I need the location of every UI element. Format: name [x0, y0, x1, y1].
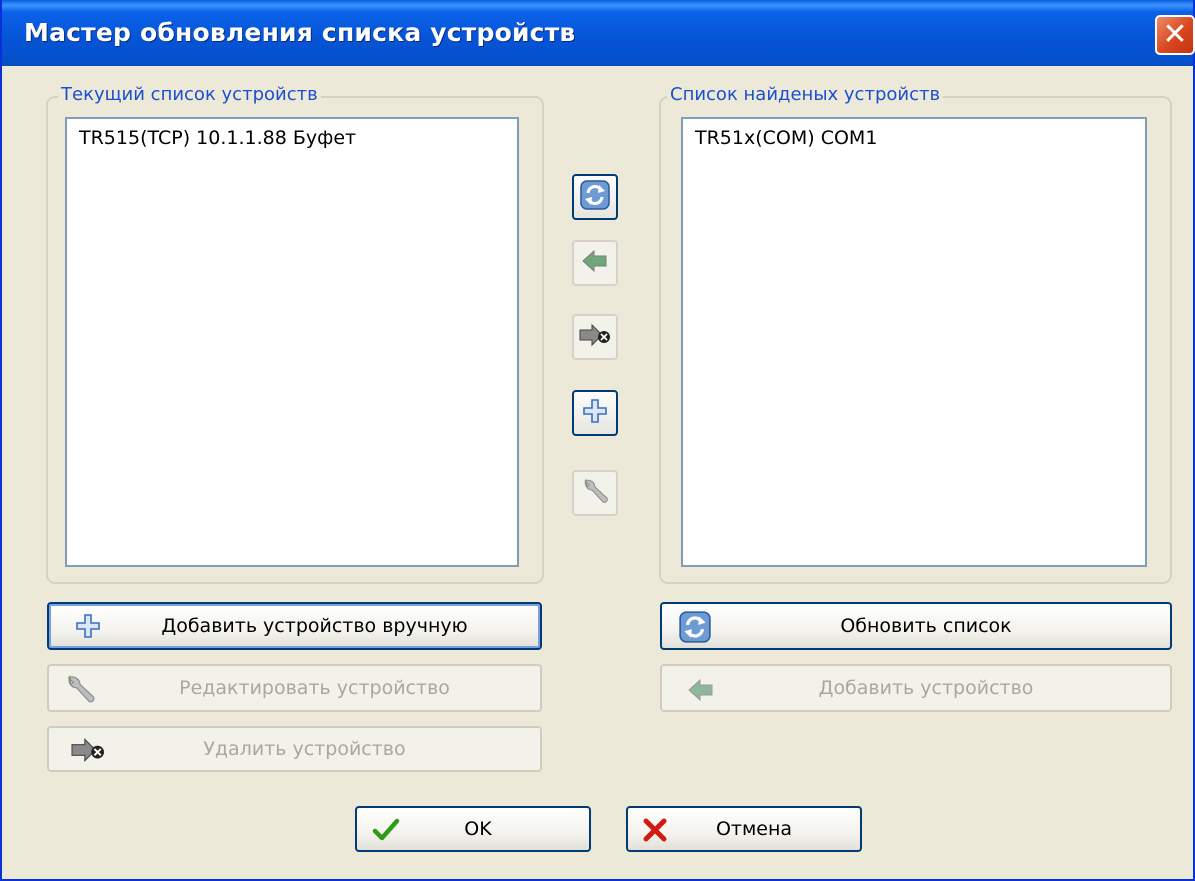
refresh-list-label: Обновить список: [840, 615, 1012, 637]
close-icon: ✕: [1162, 17, 1188, 52]
refresh-toolbar-button[interactable]: [572, 174, 618, 220]
window-title: Мастер обновления списка устройств: [24, 18, 576, 47]
current-list-label: Текущий список устройств: [58, 84, 321, 105]
title-bar[interactable]: Мастер обновления списка устройств ✕: [2, 0, 1195, 66]
ok-button[interactable]: OK: [355, 806, 591, 852]
edit-device-label: Редактировать устройство: [179, 677, 450, 699]
add-device-manually-label: Добавить устройство вручную: [161, 615, 468, 637]
cancel-label: Отмена: [715, 818, 793, 840]
wrench-icon: [580, 476, 610, 510]
list-item[interactable]: TR51x(COM) COM1: [683, 119, 1145, 157]
found-devices-list[interactable]: TR51x(COM) COM1: [681, 117, 1147, 567]
current-devices-list[interactable]: TR515(TCP) 10.1.1.88 Буфет: [65, 117, 519, 567]
delete-device-label: Удалить устройство: [203, 738, 406, 760]
dialog-window: Мастер обновления списка устройств ✕ Тек…: [0, 0, 1195, 881]
delete-toolbar-button[interactable]: [572, 314, 618, 360]
add-device-manually-button[interactable]: Добавить устройство вручную: [47, 602, 542, 650]
add-device-label: Добавить устройство: [818, 677, 1034, 699]
found-list-label: Список найденых устройств: [667, 84, 944, 105]
edit-toolbar-button[interactable]: [572, 470, 618, 516]
refresh-icon: [579, 179, 611, 215]
ok-label: OK: [464, 818, 492, 840]
refresh-list-button[interactable]: Обновить список: [660, 602, 1172, 650]
add-found-toolbar-button[interactable]: [572, 240, 618, 286]
add-device-button[interactable]: Добавить устройство: [660, 664, 1172, 712]
close-button[interactable]: ✕: [1155, 15, 1195, 55]
arrow-delete-icon: [578, 320, 612, 354]
add-manual-toolbar-button[interactable]: [572, 390, 618, 436]
arrow-left-icon: [580, 246, 610, 280]
list-item[interactable]: TR515(TCP) 10.1.1.88 Буфет: [67, 119, 517, 157]
cancel-button[interactable]: Отмена: [626, 806, 862, 852]
edit-device-button[interactable]: Редактировать устройство: [47, 664, 542, 712]
delete-device-button[interactable]: Удалить устройство: [47, 726, 542, 772]
plus-icon: [581, 397, 609, 429]
